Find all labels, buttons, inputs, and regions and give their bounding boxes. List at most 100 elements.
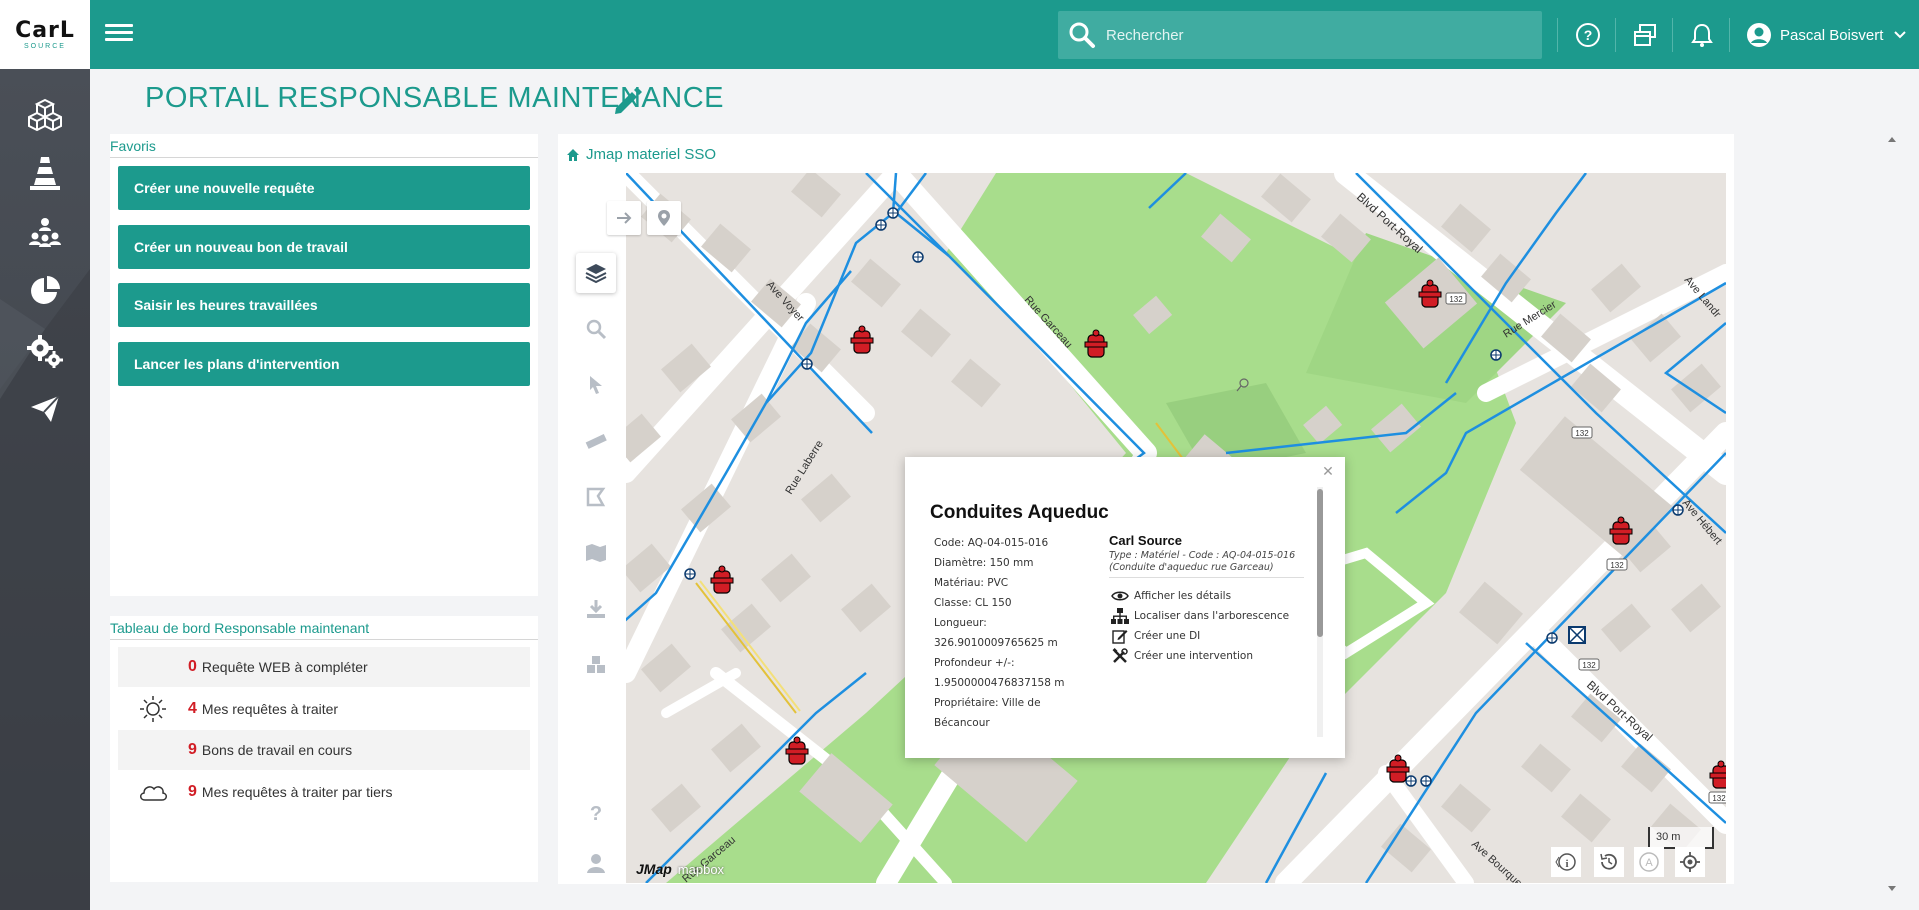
action-label: Localiser dans l'arborescence xyxy=(1134,610,1290,622)
info-icon[interactable]: i xyxy=(1551,847,1581,877)
page-scrollbar[interactable] xyxy=(1886,134,1898,894)
help-icon[interactable]: ? xyxy=(576,793,616,833)
detail-line: 1.9500000476837158 m xyxy=(934,677,1065,689)
edit-icon xyxy=(1109,628,1131,644)
create-work-order-button[interactable]: Créer un nouveau bon de travail xyxy=(118,225,530,269)
arrow-right-icon[interactable] xyxy=(607,201,641,235)
source-section: Carl Source Type : Matériel - Code : AQ-… xyxy=(1109,533,1304,666)
search-input[interactable] xyxy=(1106,26,1506,44)
bell-icon[interactable] xyxy=(1687,20,1717,50)
hierarchy-icon xyxy=(1109,608,1131,624)
feature-info-popup: ✕ Conduites Aqueduc Code: AQ-04-015-016 … xyxy=(905,457,1345,758)
help-icon[interactable]: ? xyxy=(1573,20,1603,50)
left-sidebar xyxy=(0,69,90,910)
detail-line: Propriétaire: Ville de xyxy=(934,697,1041,709)
action-label: Créer une DI xyxy=(1134,630,1201,642)
logo-text: CarL xyxy=(15,17,75,43)
separator xyxy=(1615,18,1616,52)
launch-plans-button[interactable]: Lancer les plans d'intervention xyxy=(118,342,530,386)
count-badge: 9 xyxy=(188,741,197,758)
user-name: Pascal Boisvert xyxy=(1780,26,1884,44)
select-cursor-icon[interactable] xyxy=(576,365,616,405)
eye-icon xyxy=(1109,590,1131,602)
svg-text:?: ? xyxy=(590,803,602,824)
route-132-shield: 132 xyxy=(1575,429,1589,438)
cloud-icon xyxy=(118,782,188,802)
dashboard-row[interactable]: 9 Mes requêtes à traiter par tiers xyxy=(118,772,530,812)
settings-gears-icon[interactable] xyxy=(25,331,65,371)
detail-line: Diamètre: 150 mm xyxy=(934,557,1034,569)
carl-source-logo[interactable]: CarL SOURCE xyxy=(0,0,90,69)
separator xyxy=(1672,18,1673,52)
org-chart-icon[interactable] xyxy=(25,213,65,253)
pie-chart-icon[interactable] xyxy=(25,271,65,311)
user-avatar-icon xyxy=(1747,23,1771,47)
dashboard-row-label: Mes requêtes à traiter par tiers xyxy=(201,784,393,800)
cubes-icon[interactable] xyxy=(25,95,65,135)
dashboard-row-label: Bons de travail en cours xyxy=(201,742,353,758)
route-132-shield: 132 xyxy=(1449,295,1463,304)
dashboard-panel: Tableau de bord Responsable maintenant 0… xyxy=(110,616,538,882)
sun-icon xyxy=(118,695,188,723)
user-icon[interactable] xyxy=(576,843,616,883)
show-details-link[interactable]: Afficher les détails xyxy=(1109,586,1304,606)
popup-title: Conduites Aqueduc xyxy=(930,502,1109,523)
history-icon[interactable] xyxy=(1594,847,1624,877)
favoris-panel: Favoris Créer une nouvelle requête Créer… xyxy=(110,134,538,596)
tools-icon xyxy=(1109,648,1131,664)
dashboard-row[interactable]: 4 Mes requêtes à traiter xyxy=(118,689,530,729)
north-arrow-icon[interactable]: A xyxy=(1634,847,1664,877)
count-badge: 4 xyxy=(188,700,197,717)
download-icon[interactable] xyxy=(576,589,616,629)
edit-pencil-icon[interactable] xyxy=(610,84,644,118)
action-label: Créer une intervention xyxy=(1134,650,1254,662)
cubes-icon[interactable] xyxy=(576,645,616,685)
user-menu[interactable]: Pascal Boisvert xyxy=(1746,20,1907,50)
send-icon[interactable] xyxy=(25,389,65,429)
close-icon[interactable]: ✕ xyxy=(1317,461,1339,483)
action-label: Afficher les détails xyxy=(1134,590,1232,602)
jmap-logo: JMap xyxy=(636,861,672,877)
search-icon[interactable] xyxy=(1058,11,1106,59)
scale-bar: 30 m xyxy=(1648,827,1714,849)
svg-text:i: i xyxy=(1565,858,1568,870)
dashboard-row[interactable]: 9 Bons de travail en cours xyxy=(118,730,530,770)
popup-scrollbar[interactable] xyxy=(1317,487,1323,737)
detail-line: Longueur: xyxy=(934,617,987,629)
separator xyxy=(1729,18,1730,52)
source-title: Carl Source xyxy=(1109,533,1182,548)
map-toolbar: ? xyxy=(566,173,626,883)
detail-line: Classe: CL 150 xyxy=(934,597,1012,609)
locate-me-icon[interactable] xyxy=(1675,847,1705,877)
route-132-shield: 132 xyxy=(1712,794,1726,803)
map-attribution: JMap mapbox xyxy=(636,861,724,877)
home-icon[interactable] xyxy=(566,148,580,162)
detail-line: Code: AQ-04-015-016 xyxy=(934,537,1049,549)
layers-icon[interactable] xyxy=(576,253,616,293)
search-bar xyxy=(1058,11,1542,59)
locate-in-tree-link[interactable]: Localiser dans l'arborescence xyxy=(1109,606,1304,626)
route-132-shield: 132 xyxy=(1582,661,1596,670)
enter-hours-button[interactable]: Saisir les heures travaillées xyxy=(118,283,530,327)
menu-icon[interactable] xyxy=(105,20,133,48)
create-intervention-link[interactable]: Créer une intervention xyxy=(1109,646,1304,666)
ruler-icon[interactable] xyxy=(576,421,616,461)
favoris-title: Favoris xyxy=(110,134,538,158)
map-header: Jmap materiel SSO xyxy=(566,146,716,163)
search-icon[interactable] xyxy=(576,309,616,349)
dashboard-row[interactable]: 0 Requête WEB à compléter xyxy=(118,647,530,687)
location-pin-icon[interactable] xyxy=(647,201,681,235)
detail-line: Bécancour xyxy=(934,717,990,729)
map-title: Jmap materiel SSO xyxy=(586,146,717,163)
cone-icon[interactable] xyxy=(25,153,65,193)
detail-line: Profondeur +/-: xyxy=(934,657,1015,669)
dashboard-row-label: Mes requêtes à traiter xyxy=(201,701,339,717)
top-bar: CarL SOURCE ? Pascal Boisvert xyxy=(0,0,1919,69)
create-di-link[interactable]: Créer une DI xyxy=(1109,626,1304,646)
create-request-button[interactable]: Créer une nouvelle requête xyxy=(118,166,530,210)
mapbox-logo: mapbox xyxy=(677,861,725,877)
windows-icon[interactable] xyxy=(1630,20,1660,50)
draw-shape-icon[interactable] xyxy=(576,477,616,517)
map-icon[interactable] xyxy=(576,533,616,573)
svg-text:A: A xyxy=(1645,857,1653,869)
